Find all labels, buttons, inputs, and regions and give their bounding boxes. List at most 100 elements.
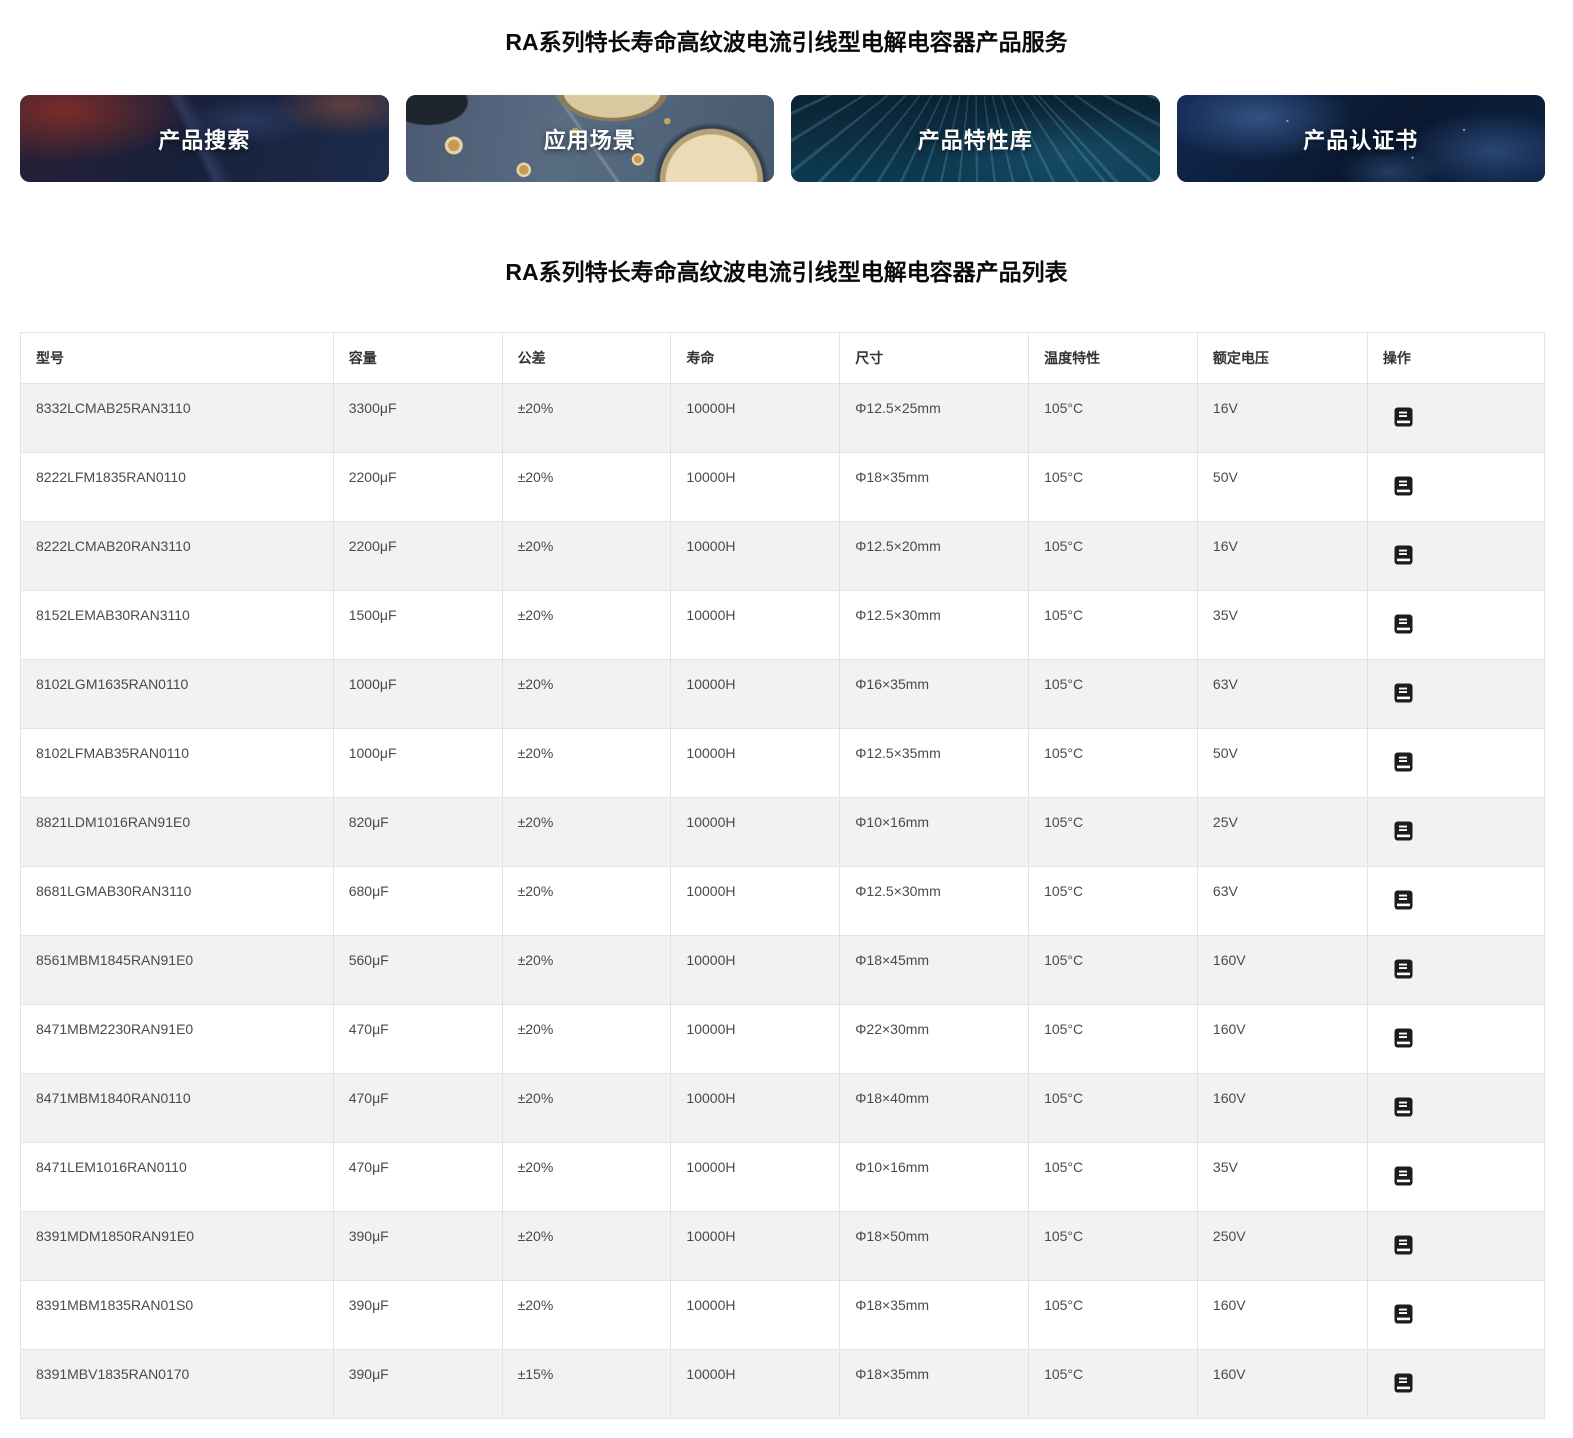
column-header-model: 型号 [21,333,334,384]
cell-action [1367,798,1544,867]
cell-action [1367,1350,1544,1419]
cell-action [1367,384,1544,453]
cell-model: 8821LDM1016RAN91E0 [21,798,334,867]
nav-card-application-scenarios[interactable]: 应用场景 [406,95,775,182]
view-detail-button[interactable] [1394,1166,1413,1186]
nav-card-label: 产品搜索 [158,123,250,155]
cell-model: 8471MBM1840RAN0110 [21,1074,334,1143]
cell-dimensions: Φ22×30mm [840,1005,1029,1074]
nav-card-product-search[interactable]: 产品搜索 [20,95,389,182]
cell-lifespan: 10000H [671,936,840,1005]
table-body: 8332LCMAB25RAN31103300μF±20%10000HΦ12.5×… [21,384,1545,1419]
cell-voltage: 25V [1197,798,1367,867]
cell-capacity: 820μF [333,798,502,867]
table-row: 8561MBM1845RAN91E0560μF±20%10000HΦ18×45m… [21,936,1545,1005]
view-detail-button[interactable] [1394,407,1413,427]
column-header-temperature: 温度特性 [1029,333,1198,384]
nav-card-product-characteristics[interactable]: 产品特性库 [791,95,1160,182]
view-detail-button[interactable] [1394,890,1413,910]
cell-action [1367,522,1544,591]
cell-action [1367,1143,1544,1212]
cell-voltage: 50V [1197,729,1367,798]
table-row: 8102LGM1635RAN01101000μF±20%10000HΦ16×35… [21,660,1545,729]
cell-lifespan: 10000H [671,867,840,936]
cell-temperature: 105°C [1029,453,1198,522]
cell-model: 8471LEM1016RAN0110 [21,1143,334,1212]
view-detail-button[interactable] [1394,821,1413,841]
cell-temperature: 105°C [1029,798,1198,867]
document-icon [1394,476,1413,496]
document-icon [1394,890,1413,910]
cell-voltage: 160V [1197,936,1367,1005]
nav-cards: 产品搜索 应用场景 产品特性库 产品认证书 [20,95,1545,182]
cell-model: 8391MBM1835RAN01S0 [21,1281,334,1350]
cell-temperature: 105°C [1029,1074,1198,1143]
cell-dimensions: Φ12.5×25mm [840,384,1029,453]
cell-lifespan: 10000H [671,1143,840,1212]
cell-voltage: 63V [1197,867,1367,936]
cell-dimensions: Φ18×35mm [840,453,1029,522]
table-row: 8821LDM1016RAN91E0820μF±20%10000HΦ10×16m… [21,798,1545,867]
cell-model: 8561MBM1845RAN91E0 [21,936,334,1005]
view-detail-button[interactable] [1394,545,1413,565]
cell-temperature: 105°C [1029,1143,1198,1212]
cell-dimensions: Φ18×35mm [840,1350,1029,1419]
cell-tolerance: ±20% [502,729,671,798]
cell-action [1367,867,1544,936]
view-detail-button[interactable] [1394,752,1413,772]
cell-lifespan: 10000H [671,1074,840,1143]
view-detail-button[interactable] [1394,1028,1413,1048]
cell-tolerance: ±20% [502,1281,671,1350]
cell-capacity: 390μF [333,1281,502,1350]
cell-voltage: 35V [1197,591,1367,660]
view-detail-button[interactable] [1394,1235,1413,1255]
table-row: 8102LFMAB35RAN01101000μF±20%10000HΦ12.5×… [21,729,1545,798]
cell-model: 8332LCMAB25RAN3110 [21,384,334,453]
cell-lifespan: 10000H [671,522,840,591]
cell-dimensions: Φ12.5×30mm [840,867,1029,936]
cell-tolerance: ±20% [502,1212,671,1281]
page-title: RA系列特长寿命高纹波电流引线型电解电容器产品服务 [0,0,1573,58]
nav-card-product-certificates[interactable]: 产品认证书 [1177,95,1546,182]
view-detail-button[interactable] [1394,959,1413,979]
cell-temperature: 105°C [1029,867,1198,936]
cell-dimensions: Φ16×35mm [840,660,1029,729]
cell-temperature: 105°C [1029,522,1198,591]
column-header-voltage: 额定电压 [1197,333,1367,384]
table-row: 8391MBV1835RAN0170390μF±15%10000HΦ18×35m… [21,1350,1545,1419]
view-detail-button[interactable] [1394,1304,1413,1324]
cell-temperature: 105°C [1029,1281,1198,1350]
cell-model: 8471MBM2230RAN91E0 [21,1005,334,1074]
table-row: 8222LCMAB20RAN31102200μF±20%10000HΦ12.5×… [21,522,1545,591]
cell-capacity: 1000μF [333,660,502,729]
cell-model: 8391MBV1835RAN0170 [21,1350,334,1419]
cell-voltage: 160V [1197,1005,1367,1074]
table-row: 8391MBM1835RAN01S0390μF±20%10000HΦ18×35m… [21,1281,1545,1350]
table-title: RA系列特长寿命高纹波电流引线型电解电容器产品列表 [0,182,1573,288]
cell-capacity: 680μF [333,867,502,936]
cell-dimensions: Φ10×16mm [840,798,1029,867]
view-detail-button[interactable] [1394,476,1413,496]
document-icon [1394,1097,1413,1117]
cell-voltage: 16V [1197,522,1367,591]
cell-capacity: 390μF [333,1350,502,1419]
view-detail-button[interactable] [1394,683,1413,703]
cell-dimensions: Φ12.5×30mm [840,591,1029,660]
document-icon [1394,752,1413,772]
view-detail-button[interactable] [1394,1373,1413,1393]
view-detail-button[interactable] [1394,614,1413,634]
table-row: 8681LGMAB30RAN3110680μF±20%10000HΦ12.5×3… [21,867,1545,936]
cell-dimensions: Φ18×35mm [840,1281,1029,1350]
document-icon [1394,545,1413,565]
cell-dimensions: Φ12.5×20mm [840,522,1029,591]
view-detail-button[interactable] [1394,1097,1413,1117]
document-icon [1394,1235,1413,1255]
cell-action [1367,1074,1544,1143]
cell-lifespan: 10000H [671,729,840,798]
document-icon [1394,821,1413,841]
cell-model: 8222LCMAB20RAN3110 [21,522,334,591]
cell-voltage: 63V [1197,660,1367,729]
cell-lifespan: 10000H [671,660,840,729]
cell-dimensions: Φ18×50mm [840,1212,1029,1281]
cell-temperature: 105°C [1029,1212,1198,1281]
